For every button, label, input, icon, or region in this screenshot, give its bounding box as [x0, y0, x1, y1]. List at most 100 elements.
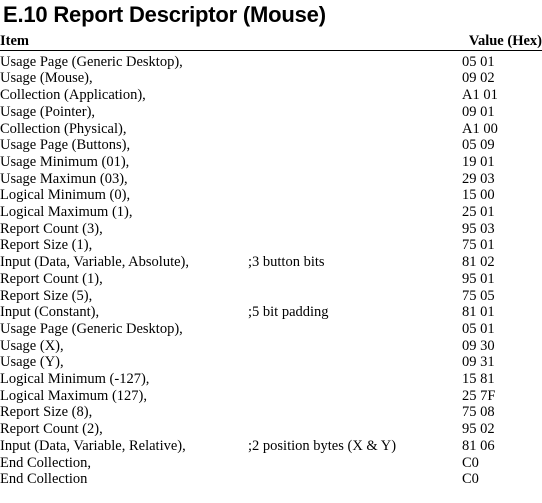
table-row: Report Size (8), 75 08 — [0, 404, 542, 421]
descriptor-item: Report Size (8), — [0, 404, 93, 421]
table-row: Usage Page (Buttons), 05 09 — [0, 137, 542, 154]
column-header-comment — [248, 33, 462, 51]
table-row: Usage (X), 09 30 — [0, 338, 542, 355]
descriptor-value: 95 02 — [462, 421, 495, 438]
descriptor-item: Logical Minimum (0), — [0, 187, 131, 204]
table-row: End Collection C0 — [0, 471, 542, 488]
descriptor-item: Report Count (3), — [0, 220, 103, 237]
descriptor-item: Usage Minimum (01), — [0, 153, 130, 170]
descriptor-value: 95 01 — [462, 270, 495, 287]
table-row: Report Count (3), 95 03 — [0, 221, 542, 238]
table-row: Report Count (1), 95 01 — [0, 271, 542, 288]
descriptor-value: 75 08 — [462, 404, 495, 421]
descriptor-item: Input (Data, Variable, Absolute), — [0, 254, 189, 271]
descriptor-value: 81 02 — [462, 254, 495, 271]
table-row: Logical Minimum (0), 15 00 — [0, 187, 542, 204]
descriptor-comment — [248, 421, 462, 438]
descriptor-value: 19 01 — [462, 153, 495, 170]
descriptor-item: Usage (Pointer), — [0, 103, 96, 120]
descriptor-value: 05 01 — [462, 53, 495, 70]
table-row: Input (Data, Variable, Absolute), ;3 butt… — [0, 254, 542, 271]
descriptor-comment — [248, 404, 462, 421]
table-row: Report Count (2), 95 02 — [0, 421, 542, 438]
table-row: Logical Maximum (1), 25 01 — [0, 204, 542, 221]
descriptor-item: Usage (X), — [0, 337, 64, 354]
table-row: Report Size (1), 75 01 — [0, 237, 542, 254]
descriptor-value: A1 01 — [462, 87, 498, 104]
document-page: E.10 Report Descriptor (Mouse) Item Valu… — [0, 1, 542, 503]
descriptor-comment — [248, 271, 462, 288]
descriptor-item: Input (Data, Variable, Relative), — [0, 437, 186, 454]
descriptor-item: Logical Minimum (-127), — [0, 371, 150, 388]
table-row: Input (Data, Variable, Relative), ;2 posi… — [0, 438, 542, 455]
table-row: Usage (Pointer), 09 01 — [0, 104, 542, 121]
descriptor-value: 09 01 — [462, 103, 495, 120]
descriptor-comment — [248, 471, 462, 488]
descriptor-comment — [248, 137, 462, 154]
descriptor-comment — [248, 455, 462, 472]
descriptor-item: Usage Maximun (03), — [0, 170, 128, 187]
descriptor-comment — [248, 70, 462, 87]
page-title: E.10 Report Descriptor (Mouse) — [3, 2, 326, 27]
table-row: End Collection, C0 — [0, 455, 542, 472]
descriptor-value: 25 01 — [462, 204, 495, 221]
table-row: Usage (Y), 09 31 — [0, 354, 542, 371]
descriptor-value: C0 — [462, 471, 479, 488]
descriptor-comment — [248, 371, 462, 388]
table-row: Input (Constant), ;5 bit padding 81 01 — [0, 304, 542, 321]
descriptor-comment: ;3 button bits — [248, 254, 325, 271]
descriptor-value: 29 03 — [462, 170, 495, 187]
descriptor-comment — [248, 87, 462, 104]
descriptor-value: 25 7F — [462, 387, 496, 404]
descriptor-comment — [248, 154, 462, 171]
descriptor-comment — [248, 354, 462, 371]
column-header-value: Value (Hex) — [462, 33, 542, 51]
descriptor-value: 05 01 — [462, 320, 495, 337]
descriptor-comment — [248, 171, 462, 188]
table-row: Usage Maximun (03), 29 03 — [0, 171, 542, 188]
descriptor-item: Logical Maximum (127), — [0, 387, 147, 404]
descriptor-item: Report Size (5), — [0, 287, 93, 304]
table-row: Logical Minimum (-127), 15 81 — [0, 371, 542, 388]
descriptor-value: 75 05 — [462, 287, 495, 304]
descriptor-comment — [248, 121, 462, 138]
descriptor-item: Usage (Y), — [0, 354, 64, 371]
descriptor-item: Collection (Physical), — [0, 120, 127, 137]
table-row: Usage Page (Generic Desktop), 05 01 — [0, 50, 542, 70]
descriptor-item: Report Count (2), — [0, 421, 103, 438]
table-row: Collection (Application), A1 01 — [0, 87, 542, 104]
descriptor-comment — [248, 221, 462, 238]
table-body: Usage Page (Generic Desktop), 05 01 Usage … — [0, 50, 542, 488]
descriptor-value: 15 00 — [462, 187, 495, 204]
descriptor-comment — [248, 338, 462, 355]
descriptor-value: 81 06 — [462, 437, 495, 454]
descriptor-item: Input (Constant), — [0, 304, 100, 321]
descriptor-comment — [248, 204, 462, 221]
descriptor-value: 05 09 — [462, 137, 495, 154]
descriptor-comment: ;2 position bytes (X & Y) — [248, 437, 397, 454]
descriptor-comment: ;5 bit padding — [248, 304, 329, 321]
table-row: Usage (Mouse), 09 02 — [0, 70, 542, 87]
descriptor-value: C0 — [462, 454, 479, 471]
descriptor-value: 15 81 — [462, 371, 495, 388]
descriptor-comment — [248, 237, 462, 254]
descriptor-comment — [248, 288, 462, 305]
report-descriptor-table: Item Value (Hex) Usage Page (Generic Des… — [0, 33, 542, 488]
table-row: Report Size (5), 75 05 — [0, 288, 542, 305]
descriptor-item: Usage Page (Generic Desktop), — [0, 320, 183, 337]
descriptor-value: 75 01 — [462, 237, 495, 254]
descriptor-value: 09 02 — [462, 70, 495, 87]
descriptor-comment — [248, 50, 462, 70]
descriptor-comment — [248, 104, 462, 121]
descriptor-item: End Collection — [0, 471, 88, 488]
descriptor-item: Usage Page (Buttons), — [0, 137, 131, 154]
descriptor-comment — [248, 321, 462, 338]
table-row: Logical Maximum (127), 25 7F — [0, 388, 542, 405]
descriptor-item: Usage (Mouse), — [0, 70, 93, 87]
descriptor-value: A1 00 — [462, 120, 498, 137]
descriptor-item: Logical Maximum (1), — [0, 204, 133, 221]
descriptor-value: 09 31 — [462, 354, 495, 371]
descriptor-item: Report Count (1), — [0, 270, 103, 287]
descriptor-value: 81 01 — [462, 304, 495, 321]
descriptor-item: Report Size (1), — [0, 237, 93, 254]
